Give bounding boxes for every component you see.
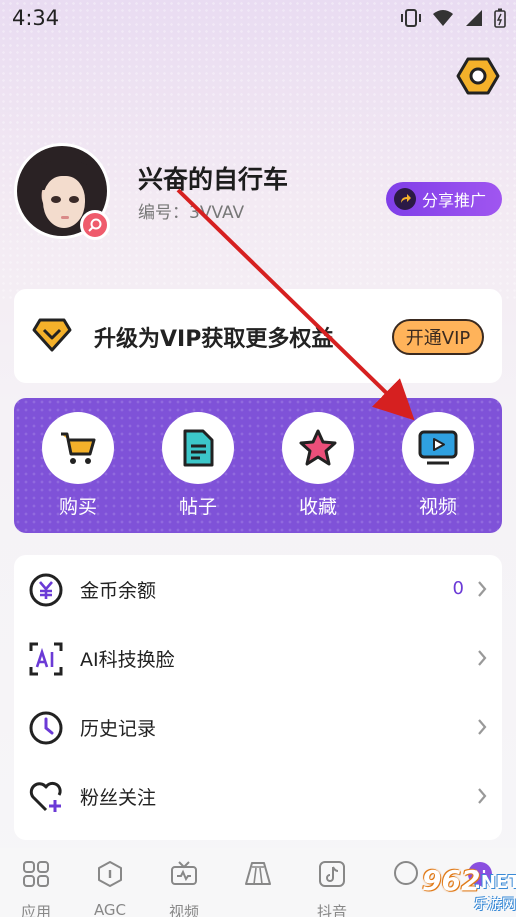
menu-item-followers[interactable]: 粉丝关注 (14, 762, 502, 830)
tab-douyin[interactable]: 抖音 (302, 856, 362, 917)
user-id: 编号：3VVAV (138, 203, 245, 223)
tab-agc[interactable]: AGC (80, 856, 140, 917)
tab-skirt[interactable] (228, 856, 288, 916)
watermark-number: 962 (422, 864, 481, 897)
coin-balance-value: 0 (452, 578, 464, 599)
tab-apps[interactable]: 应用 (6, 856, 66, 917)
coin-icon (29, 573, 63, 607)
agc-icon (98, 861, 122, 887)
search-icon (88, 218, 102, 232)
share-promote-button[interactable]: 分享推广 (386, 182, 502, 216)
menu-item-label: 金币余额 (80, 580, 157, 602)
heart-plus-icon (29, 781, 62, 812)
gear-icon (456, 57, 500, 95)
menu-item-coin-balance[interactable]: 金币余额 0 (14, 555, 502, 623)
share-icon (394, 188, 416, 210)
document-icon (183, 429, 214, 467)
skirt-icon (245, 862, 271, 885)
tab-label: 抖音 (316, 903, 347, 917)
cart-icon (61, 432, 96, 464)
signal-icon (466, 10, 482, 26)
menu-item-label: 粉丝关注 (80, 787, 157, 809)
chevron-right-icon (478, 581, 487, 597)
tab-label: 视频 (168, 903, 199, 917)
clock-icon (29, 711, 63, 745)
ai-icon (29, 642, 63, 676)
quick-action-label: 视频 (418, 496, 457, 518)
chevron-right-icon (478, 650, 487, 666)
watermark-name: 乐游网 (474, 897, 516, 913)
quick-actions-panel: 购买 帖子 收藏 视频 (14, 398, 502, 533)
vip-card[interactable]: 升级为VIP获取更多权益 开通VIP (14, 289, 502, 383)
site-watermark: 962 .NET 乐游网 (392, 862, 516, 917)
tab-label: AGC (93, 901, 127, 917)
wifi-icon (433, 10, 453, 26)
status-bar: 4:34 (0, 0, 516, 36)
status-icons (400, 8, 506, 28)
status-time: 4:34 (12, 6, 60, 30)
menu-list: 金币余额 0 AI科技换脸 历史记录 粉丝关注 (14, 555, 502, 840)
share-label: 分享推广 (422, 191, 487, 210)
quick-action-videos[interactable]: 视频 (374, 398, 494, 533)
avatar-edit-badge[interactable] (80, 210, 110, 240)
chevron-right-icon (478, 719, 487, 735)
tab-label: 应用 (20, 903, 51, 917)
star-icon (299, 429, 337, 466)
menu-item-history[interactable]: 历史记录 (14, 693, 502, 761)
tiktok-icon (319, 861, 345, 887)
username: 兴奋的自行车 (138, 165, 289, 194)
apps-icon (23, 861, 49, 887)
quick-action-buy[interactable]: 购买 (14, 398, 134, 533)
vibrate-icon (401, 9, 421, 27)
quick-action-favorites[interactable]: 收藏 (254, 398, 374, 533)
chevron-right-icon (478, 788, 487, 804)
quick-action-label: 收藏 (298, 496, 337, 518)
diamond-icon (32, 318, 72, 352)
open-vip-button[interactable]: 开通VIP (392, 319, 484, 355)
tv-icon (171, 861, 197, 885)
menu-item-label: AI科技换脸 (80, 649, 175, 671)
settings-button[interactable] (456, 56, 500, 96)
menu-item-label: 历史记录 (80, 718, 157, 740)
watermark-domain: .NET (474, 872, 516, 893)
quick-action-label: 购买 (58, 496, 97, 518)
video-icon (418, 430, 458, 465)
menu-item-ai-faceswap[interactable]: AI科技换脸 (14, 624, 502, 692)
battery-icon (494, 8, 506, 28)
quick-action-posts[interactable]: 帖子 (134, 398, 254, 533)
tab-video[interactable]: 视频 (154, 856, 214, 917)
vip-promo-text: 升级为VIP获取更多权益 (94, 327, 334, 352)
quick-action-label: 帖子 (178, 496, 217, 518)
